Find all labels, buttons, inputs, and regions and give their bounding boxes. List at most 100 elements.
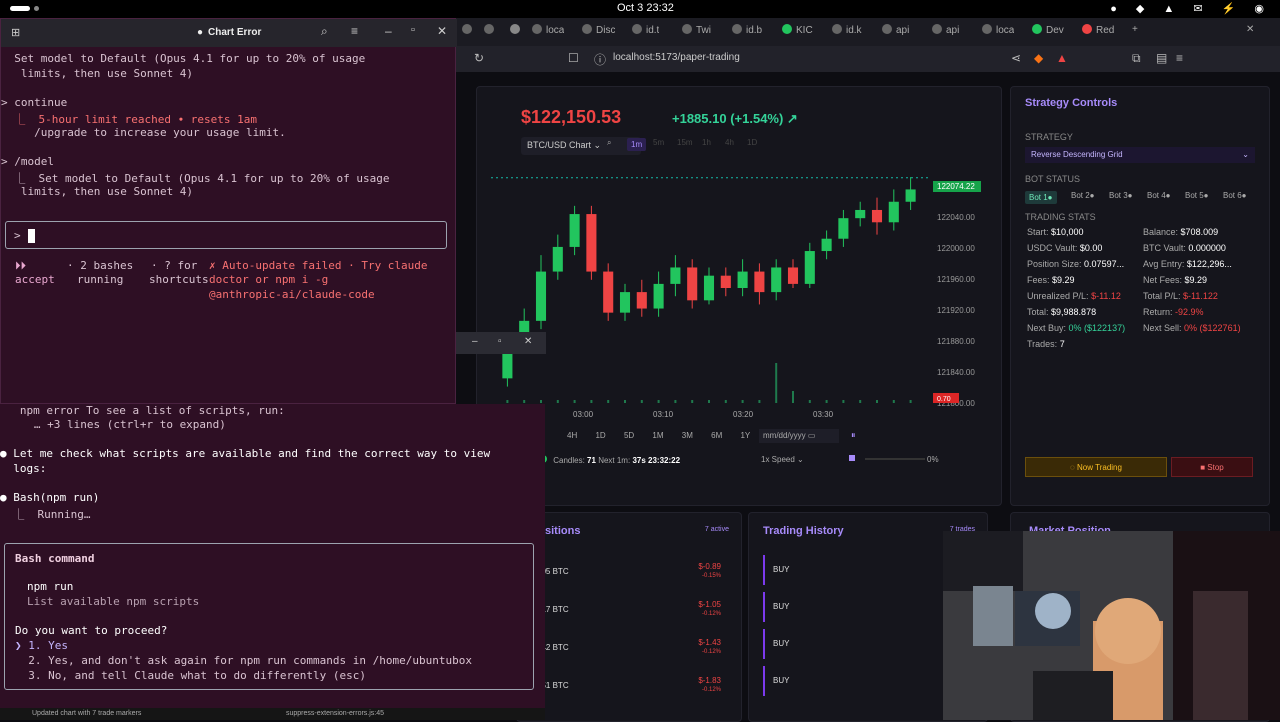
range-1d[interactable]: 1D xyxy=(595,431,605,440)
now-trading-button[interactable]: ◌ Now Trading xyxy=(1025,457,1167,477)
tab-red[interactable]: Red xyxy=(1082,24,1114,40)
tab-pinned-3[interactable] xyxy=(510,24,524,40)
tab-api-1[interactable]: api xyxy=(882,24,909,40)
range-4h[interactable]: 4H xyxy=(567,431,577,440)
range-5d[interactable]: 5D xyxy=(624,431,634,440)
volume-bar xyxy=(892,400,895,403)
speed-select[interactable]: 1x Speed ⌄ xyxy=(759,453,829,467)
tab-idb[interactable]: id.b xyxy=(732,24,762,40)
stat-label: Balance: xyxy=(1143,227,1179,237)
tab-pinned-2[interactable] xyxy=(484,24,498,40)
activities-indicator[interactable] xyxy=(10,6,30,11)
bookmark-icon[interactable]: ☐ xyxy=(568,51,579,65)
brave-shield-icon[interactable]: ◆ xyxy=(1034,51,1043,65)
pause-icon[interactable]: ⏸ xyxy=(851,430,856,441)
update-error-2: doctor or npm i -g xyxy=(209,273,329,286)
maximize-icon[interactable]: ▫ xyxy=(411,24,415,36)
replay-progress: 0% xyxy=(927,455,939,464)
candles-count: 71 xyxy=(587,456,596,465)
shortcuts-label: shortcuts xyxy=(149,273,209,286)
strategy-select[interactable]: Reverse Descending Grid ⌄ xyxy=(1025,147,1255,163)
terminal-line: > /model xyxy=(1,155,54,168)
range-1y[interactable]: 1Y xyxy=(740,431,750,440)
positions-badge: 7 active xyxy=(704,526,729,533)
tab-pinned-1[interactable] xyxy=(462,24,476,40)
prompt-input[interactable]: > xyxy=(5,221,447,249)
terminal-titlebar: ⊞ ● Chart Error ⌕ ≡ – ▫ ✕ xyxy=(1,19,457,47)
stat-row: USDC Vault: $0.00 xyxy=(1027,243,1102,253)
reload-icon[interactable]: ↻ xyxy=(474,51,484,65)
stat-row: Next Sell: 0% ($122761) xyxy=(1143,323,1241,333)
timeframe-15m[interactable]: 15m xyxy=(677,138,693,147)
minimize-icon[interactable]: – xyxy=(472,336,478,347)
timeframe-4h[interactable]: 4h xyxy=(725,138,734,147)
tab-api-2[interactable]: api xyxy=(932,24,959,40)
next-time: 23:32:22 xyxy=(648,456,681,465)
candle-body xyxy=(653,283,664,309)
tab-idt[interactable]: id.t xyxy=(632,24,659,40)
bot-3-button[interactable]: Bot 3● xyxy=(1109,191,1133,200)
candlestick-chart[interactable]: 122074.22 122040.00 122000.00 121960.00 1219… xyxy=(491,163,1003,423)
volume-bar xyxy=(590,400,593,403)
stat-label: Next Sell: xyxy=(1143,323,1182,333)
bot-6-button[interactable]: Bot 6● xyxy=(1223,191,1247,200)
close-icon[interactable]: ✕ xyxy=(524,336,532,347)
search-icon[interactable]: ⌕ xyxy=(321,24,328,39)
range-6m[interactable]: 6M xyxy=(711,431,722,440)
tab-disc[interactable]: Disc xyxy=(582,24,615,40)
timeframe-1d[interactable]: 1D xyxy=(747,138,757,147)
replay-progress-bar[interactable] xyxy=(865,458,925,460)
bot-1-button[interactable]: Bot 1● xyxy=(1025,191,1057,204)
close-icon[interactable]: ✕ xyxy=(437,24,447,38)
stop-replay-icon[interactable] xyxy=(849,455,855,461)
menu-icon[interactable]: ≡ xyxy=(1176,51,1183,65)
extensions-icon[interactable]: ⧉ xyxy=(1132,51,1141,66)
range-3m[interactable]: 3M xyxy=(682,431,693,440)
bot-4-button[interactable]: Bot 4● xyxy=(1147,191,1171,200)
window-close-icon[interactable]: ✕ xyxy=(1246,24,1254,40)
tab-dev[interactable]: Dev xyxy=(1032,24,1064,40)
new-tab-icon[interactable]: ⊞ xyxy=(11,26,20,39)
position-row[interactable]: 0.012251 BTC $-1.83 -0.12% xyxy=(517,673,727,705)
search-icon[interactable]: ⌕ xyxy=(607,138,611,148)
tab-loca[interactable]: loca xyxy=(532,24,564,40)
option-no[interactable]: 3. No, and tell Claude what to do differ… xyxy=(15,669,366,682)
rewards-icon[interactable]: ▲ xyxy=(1056,51,1068,65)
tab-kic[interactable]: KIC xyxy=(782,24,813,40)
tab-idk[interactable]: id.k xyxy=(832,24,862,40)
bot-2-button[interactable]: Bot 2● xyxy=(1071,191,1095,200)
system-clock[interactable]: Oct 3 23:32 xyxy=(617,2,674,14)
position-row[interactable]: 0.004905 BTC $-0.89 -0.15% xyxy=(517,559,727,591)
url-input[interactable]: localhost:5173/paper-trading xyxy=(613,52,740,63)
system-tray-icons[interactable]: ● ◆ ▲ ✉ ⚡ ◉ xyxy=(1110,2,1272,15)
tab-loca-2[interactable]: loca xyxy=(982,24,1014,40)
new-tab-button[interactable]: + xyxy=(1132,24,1138,40)
timeframe-5m[interactable]: 5m xyxy=(653,138,664,147)
chart-selector[interactable]: BTC/USD Chart ⌄ xyxy=(521,137,641,155)
maximize-icon[interactable]: ▫ xyxy=(498,336,502,347)
minimize-icon[interactable]: – xyxy=(385,24,392,38)
share-icon[interactable]: ⋖ xyxy=(1011,51,1021,65)
option-yes[interactable]: ❯ 1. Yes xyxy=(15,639,68,652)
timeframe-1h[interactable]: 1h xyxy=(702,138,711,147)
volume-bar xyxy=(674,400,677,403)
small-window-titlebar: – ▫ ✕ xyxy=(456,332,546,354)
timeframe-1m[interactable]: 1m xyxy=(627,138,647,151)
stop-button[interactable]: ■ Stop xyxy=(1171,457,1253,477)
position-row[interactable]: 0.006917 BTC $-1.05 -0.12% xyxy=(517,597,727,629)
position-row[interactable]: 0.009442 BTC $-1.43 -0.12% xyxy=(517,635,727,667)
sidebar-icon[interactable]: ▤ xyxy=(1156,51,1167,65)
mode-indicator[interactable]: ⏵⏵ xyxy=(15,259,26,273)
site-info-icon[interactable]: ⓘ xyxy=(594,51,606,68)
hamburger-menu-icon[interactable]: ≡ xyxy=(351,24,358,38)
accept-label: accept xyxy=(15,273,55,286)
tab-twi[interactable]: Twi xyxy=(682,24,711,40)
stat-row: Position Size: 0.07597... xyxy=(1027,259,1124,269)
option-yes-always[interactable]: 2. Yes, and don't ask again for npm run … xyxy=(15,654,472,667)
stat-value: $0.00 xyxy=(1079,243,1103,253)
date-input[interactable]: mm/dd/yyyy ▭ xyxy=(759,429,839,443)
candle-status: Candles: 71 Next 1m: 37s 23:32:22 xyxy=(539,455,680,465)
range-1m[interactable]: 1M xyxy=(652,431,663,440)
candle-body xyxy=(821,238,832,252)
bot-5-button[interactable]: Bot 5● xyxy=(1185,191,1209,200)
